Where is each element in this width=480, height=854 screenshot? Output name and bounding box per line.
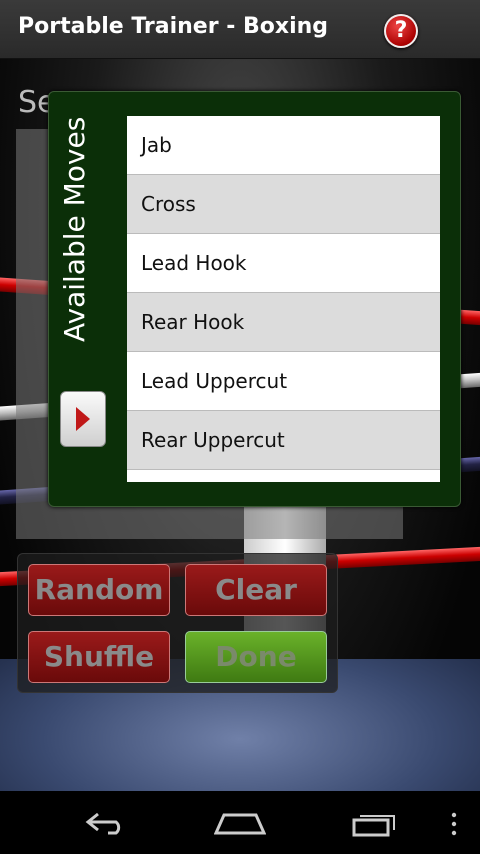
- home-icon[interactable]: [214, 811, 266, 835]
- shuffle-button[interactable]: Shuffle: [28, 631, 170, 683]
- moves-list[interactable]: Jab Cross Lead Hook Rear Hook Lead Upper…: [127, 116, 440, 482]
- clear-button[interactable]: Clear: [185, 564, 327, 616]
- overflow-menu-icon[interactable]: [450, 811, 458, 837]
- recent-apps-icon[interactable]: [352, 811, 398, 837]
- expand-button[interactable]: [60, 391, 106, 447]
- help-icon: ?: [394, 18, 408, 43]
- list-item[interactable]: Jab: [127, 116, 440, 175]
- available-moves-dialog: Available Moves Jab Cross Lead Hook Rear…: [48, 91, 461, 507]
- list-item[interactable]: Lead Hook: [127, 234, 440, 293]
- app-title: Portable Trainer - Boxing: [18, 14, 329, 39]
- list-item[interactable]: Rear Hook: [127, 293, 440, 352]
- done-button[interactable]: Done: [185, 631, 327, 683]
- system-nav-bar: [0, 791, 480, 854]
- dialog-title: Available Moves: [58, 116, 91, 342]
- action-buttons-panel: Random Clear Shuffle Done: [17, 553, 338, 693]
- play-arrow-icon: [76, 407, 90, 431]
- title-bar: Portable Trainer - Boxing ?: [0, 0, 480, 59]
- help-button[interactable]: ?: [384, 14, 418, 48]
- list-item[interactable]: Lead Uppercut: [127, 352, 440, 411]
- back-icon[interactable]: [84, 811, 128, 835]
- list-item[interactable]: Rear Uppercut: [127, 411, 440, 470]
- list-item[interactable]: Cross: [127, 175, 440, 234]
- random-button[interactable]: Random: [28, 564, 170, 616]
